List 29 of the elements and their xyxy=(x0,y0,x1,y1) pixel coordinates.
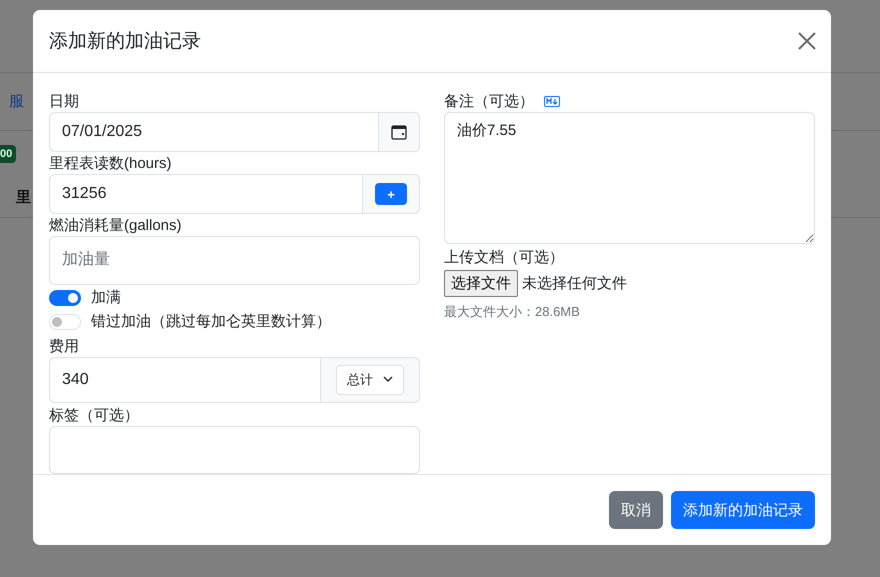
count-badge: 00 xyxy=(0,145,16,163)
dialog-title: 添加新的加油记录 xyxy=(49,30,201,54)
toggle-label: 加满 xyxy=(91,288,121,307)
cancel-button[interactable]: 取消 xyxy=(609,491,663,529)
odometer-field[interactable]: 31256 xyxy=(49,174,362,214)
chevron-icon xyxy=(383,376,393,383)
column-header: 里 xyxy=(16,188,31,206)
field-label: 燃油消耗量(gallons) xyxy=(49,216,183,236)
file-size-hint: 最大文件大小：28.6MB xyxy=(444,303,581,321)
toggle-label: 错过加油（跳过每加仑英里数计算） xyxy=(91,312,331,331)
field-label: 备注（可选） xyxy=(444,91,815,112)
cost-field[interactable]: 340 xyxy=(49,356,320,402)
add-record-button[interactable]: 添加新的加油记录 xyxy=(671,491,815,529)
notes-field[interactable]: 油价7.55 xyxy=(444,112,815,244)
file-status: 未选择任何文件 xyxy=(522,274,627,293)
markdown-icon xyxy=(544,96,560,107)
field-label: 里程表读数(hours) xyxy=(49,154,173,174)
fuel-field[interactable]: 加油量 xyxy=(49,236,420,284)
choose-file-button[interactable]: 选择文件 xyxy=(444,270,518,297)
tags-field[interactable] xyxy=(49,426,420,474)
toggle-switch[interactable] xyxy=(49,290,81,306)
field-label: 标签（可选） xyxy=(49,406,140,426)
field-label: 日期 xyxy=(49,92,80,112)
add-button[interactable]: + xyxy=(375,183,407,205)
unit-dropdown[interactable]: 总计 xyxy=(336,364,404,394)
calendar-icon[interactable] xyxy=(391,124,407,140)
field-label: 费用 xyxy=(49,336,80,356)
date-field[interactable]: 07/01/2025 xyxy=(49,112,378,152)
field-label: 上传文档（可选） xyxy=(444,248,565,268)
